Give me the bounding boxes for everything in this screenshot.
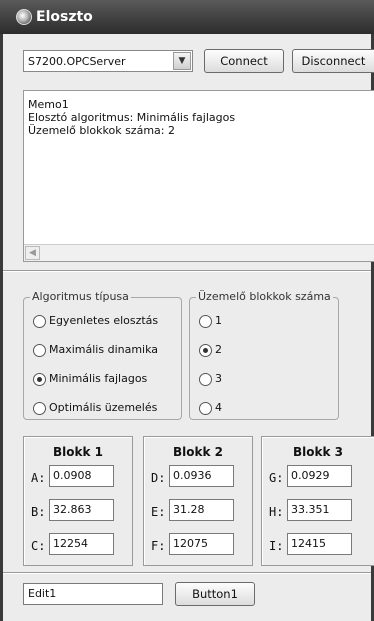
blocks-count-group: Üzemelő blokkok száma 1 2 3 4: [189, 290, 339, 420]
blocks-count-group-label: Üzemelő blokkok száma: [196, 290, 333, 303]
blokk-2-panel: Blokk 2 D: 0.0936 E: 31.28 F: 12075: [143, 436, 253, 566]
radio-blocks-1[interactable]: 1: [199, 314, 222, 330]
field-e-input[interactable]: 31.28: [169, 499, 234, 521]
radio-label: 4: [215, 401, 222, 414]
radio-selected-icon: [199, 343, 212, 357]
panel-title: Blokk 2: [173, 445, 223, 459]
field-label: C:: [31, 539, 46, 553]
field-g-input[interactable]: 0.0929: [287, 465, 352, 487]
panel-title: Blokk 3: [293, 445, 343, 459]
radio-circle-icon: [33, 401, 46, 415]
radio-label: Maximális dinamika: [49, 343, 159, 356]
field-label: H:: [269, 505, 284, 519]
divider: [3, 572, 371, 574]
radio-selected-icon: [33, 372, 46, 386]
radio-label: Minimális fajlagos: [49, 372, 148, 385]
horizontal-scrollbar[interactable]: ◀: [24, 244, 374, 261]
memo-line: Üzemelő blokkok száma: 2: [28, 124, 175, 137]
server-combobox-value: S7200.OPCServer: [28, 55, 126, 68]
title-bar: Eloszto: [0, 0, 374, 34]
field-label: F:: [151, 539, 166, 553]
radio-blocks-3[interactable]: 3: [199, 372, 222, 388]
radio-label: Egyenletes elosztás: [49, 314, 159, 327]
field-label: I:: [269, 539, 284, 553]
disconnect-button[interactable]: Disconnect: [292, 49, 374, 73]
connect-button[interactable]: Connect: [204, 49, 284, 73]
radio-optimalis[interactable]: Optimális üzemelés: [33, 401, 157, 417]
divider: [3, 270, 371, 272]
field-a-input[interactable]: 0.0908: [49, 465, 114, 487]
radio-label: 3: [215, 372, 222, 385]
field-f-input[interactable]: 12075: [169, 533, 234, 555]
radio-minimalis[interactable]: Minimális fajlagos: [33, 372, 147, 388]
field-label: B:: [31, 505, 46, 519]
algorithm-group-label: Algoritmus típusa: [30, 290, 131, 303]
window-title: Eloszto: [36, 9, 93, 25]
radio-label: Optimális üzemelés: [49, 401, 158, 414]
server-combobox[interactable]: S7200.OPCServer ▼: [23, 50, 193, 72]
field-label: D:: [151, 471, 166, 485]
field-label: G:: [269, 471, 284, 485]
radio-circle-icon: [33, 314, 46, 328]
radio-maximalis[interactable]: Maximális dinamika: [33, 343, 158, 359]
radio-blocks-4[interactable]: 4: [199, 401, 222, 417]
memo-line: Elosztó algoritmus: Minimális fajlagos: [28, 111, 236, 124]
radio-label: 1: [215, 314, 222, 327]
panel-title: Blokk 1: [53, 445, 103, 459]
field-h-input[interactable]: 33.351: [287, 499, 352, 521]
button1[interactable]: Button1: [175, 582, 255, 606]
radio-circle-icon: [199, 401, 212, 415]
field-b-input[interactable]: 32.863: [49, 499, 114, 521]
radio-circle-icon: [33, 343, 46, 357]
field-i-input[interactable]: 12415: [287, 533, 352, 555]
scroll-left-icon[interactable]: ◀: [25, 246, 40, 260]
radio-egyenletes[interactable]: Egyenletes elosztás: [33, 314, 158, 330]
memo-box[interactable]: Memo1 Elosztó algoritmus: Minimális fajl…: [23, 90, 374, 262]
chevron-down-icon[interactable]: ▼: [173, 52, 191, 70]
window-frame-left: [0, 34, 3, 621]
field-label: A:: [31, 471, 46, 485]
radio-circle-icon: [199, 314, 212, 328]
radio-blocks-2[interactable]: 2: [199, 343, 222, 359]
radio-circle-icon: [199, 372, 212, 386]
algorithm-group: Algoritmus típusa Egyenletes elosztás Ma…: [23, 290, 182, 420]
blokk-1-panel: Blokk 1 A: 0.0908 B: 32.863 C: 12254: [23, 436, 133, 566]
blokk-3-panel: Blokk 3 G: 0.0929 H: 33.351 I: 12415: [261, 436, 374, 566]
edit1-input[interactable]: Edit1: [23, 583, 163, 605]
app-icon: [16, 9, 32, 25]
radio-label: 2: [215, 343, 222, 356]
field-c-input[interactable]: 12254: [49, 533, 114, 555]
memo-line: Memo1: [28, 98, 69, 111]
field-label: E:: [151, 505, 166, 519]
field-d-input[interactable]: 0.0936: [169, 465, 234, 487]
